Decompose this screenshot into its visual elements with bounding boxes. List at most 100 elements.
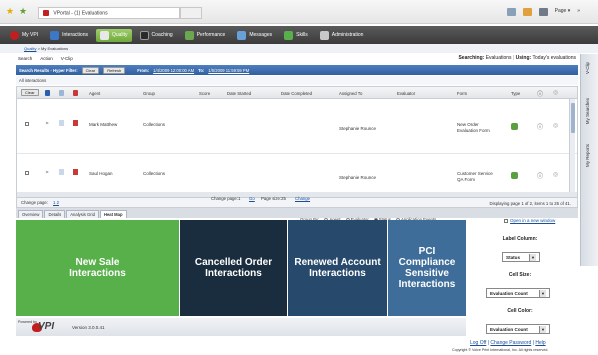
flag-icon[interactable]: ⚑ bbox=[45, 121, 49, 127]
document-icon[interactable] bbox=[59, 120, 64, 126]
chevron-down-icon: ▼ bbox=[539, 325, 546, 333]
heatmap-cell-cancelled-order[interactable]: Cancelled Order Interactions bbox=[180, 220, 288, 316]
col-date-started[interactable]: Date Started bbox=[227, 91, 251, 96]
heatmap-cell-label: New Sale Interactions bbox=[69, 257, 126, 279]
document-icon[interactable] bbox=[59, 90, 64, 96]
vpi-logo: VPI bbox=[38, 321, 55, 332]
menu-search[interactable]: Search bbox=[18, 56, 32, 61]
refresh-button[interactable]: Refresh bbox=[103, 66, 126, 74]
nav-label: Performance bbox=[196, 32, 226, 38]
heatmap-cell-label: Renewed Account Interactions bbox=[294, 257, 381, 279]
help-link[interactable]: Help bbox=[535, 340, 545, 346]
row-checkbox[interactable] bbox=[25, 170, 31, 175]
settings-icon[interactable]: ◎ bbox=[553, 89, 558, 96]
book-icon[interactable] bbox=[73, 90, 78, 96]
heatmap-cell-renewed-account[interactable]: Renewed Account Interactions bbox=[288, 220, 388, 316]
logoff-link[interactable]: Log Off bbox=[470, 340, 486, 346]
scrollbar-thumb[interactable] bbox=[571, 103, 575, 133]
nav-skills[interactable]: Skills bbox=[280, 29, 312, 42]
add-favorites-icon[interactable]: ★ bbox=[19, 6, 27, 17]
agent-cell: Saul Hogan bbox=[89, 171, 113, 176]
col-assigned-to[interactable]: Assigned To bbox=[339, 91, 362, 96]
col-group[interactable]: Group bbox=[143, 91, 155, 96]
to-date-link[interactable]: 1/5/2009 11:59:59 PM bbox=[208, 68, 249, 73]
browser-tab[interactable]: VPortal - (1) Evaluations bbox=[38, 7, 180, 19]
nav-messages[interactable]: Messages bbox=[233, 29, 276, 42]
tab-overview[interactable]: Overview bbox=[18, 210, 44, 218]
vtab-my-searches[interactable]: My Searches bbox=[585, 98, 590, 124]
flag-icon[interactable] bbox=[45, 90, 50, 96]
cell-size-value: Evaluation Count bbox=[490, 290, 528, 296]
cell-color-select[interactable]: Evaluation Count ▼ bbox=[486, 324, 550, 334]
label-column-select[interactable]: Status ▼ bbox=[502, 252, 540, 262]
breadcrumb-quality-link[interactable]: Quality bbox=[24, 46, 36, 51]
book-icon[interactable] bbox=[73, 120, 78, 126]
searching-label: Searching: bbox=[458, 55, 485, 61]
favorites-star-icon[interactable]: ★ bbox=[6, 6, 14, 17]
print-icon[interactable] bbox=[538, 8, 548, 16]
new-tab-button[interactable] bbox=[180, 7, 202, 19]
settings-icon[interactable]: ◎ bbox=[553, 122, 558, 129]
col-evaluator[interactable]: Evaluator bbox=[397, 91, 415, 96]
from-date-link[interactable]: 1/4/2009 12:00:00 AM bbox=[153, 68, 194, 73]
table-row[interactable]: ⚑ Mark Matthew Collections Stephanie Rou… bbox=[17, 109, 577, 149]
skills-icon bbox=[284, 30, 294, 40]
to-label: To: bbox=[198, 67, 205, 73]
nav-label: Skills bbox=[296, 32, 308, 38]
vtab-vclip[interactable]: V-Clip bbox=[585, 62, 590, 74]
table-clear-button[interactable]: Clear bbox=[21, 89, 39, 96]
home-icon[interactable] bbox=[506, 8, 516, 16]
nav-administration[interactable]: Administration bbox=[316, 29, 368, 42]
change-link[interactable]: Change bbox=[295, 196, 310, 201]
menu-vclip[interactable]: V-Clip bbox=[61, 56, 73, 61]
page-links[interactable]: 1 2 bbox=[53, 200, 59, 205]
row-checkbox[interactable] bbox=[25, 121, 31, 126]
feeds-icon[interactable] bbox=[522, 8, 532, 16]
tab-analysis-grid[interactable]: Analysis Grid bbox=[66, 210, 99, 218]
heatmap-cell-new-sale[interactable]: New Sale Interactions bbox=[16, 220, 180, 316]
from-label: From: bbox=[137, 67, 150, 73]
info-icon[interactable]: ⓘ bbox=[537, 171, 543, 180]
coaching-icon bbox=[139, 30, 149, 40]
clear-filter-button[interactable]: Clear bbox=[81, 66, 100, 74]
cell-size-select[interactable]: Evaluation Count ▼ bbox=[486, 288, 550, 298]
footer: Powered by VPI Version 3.0.0.41 bbox=[16, 318, 466, 336]
vtab-my-reports[interactable]: My Reports bbox=[585, 144, 590, 167]
quality-icon bbox=[99, 30, 109, 40]
label-column-value: Status bbox=[506, 254, 521, 260]
nav-label: Quality bbox=[111, 32, 128, 38]
info-icon[interactable]: ⓘ bbox=[537, 122, 543, 131]
breadcrumb-rest: > My Evaluations bbox=[36, 46, 69, 51]
more-tools-icon[interactable]: » bbox=[577, 8, 580, 16]
nav-interactions[interactable]: Interactions bbox=[46, 29, 92, 42]
page-menu[interactable]: Page ▾ bbox=[555, 8, 571, 16]
info-icon[interactable]: ⓘ bbox=[537, 89, 543, 98]
flag-icon[interactable]: ⚑ bbox=[45, 170, 49, 176]
col-form[interactable]: Form bbox=[457, 91, 467, 96]
heatmap-cell-label: PCI Compliance Sensitive Interactions bbox=[398, 246, 456, 290]
nav-quality[interactable]: Quality bbox=[95, 28, 132, 42]
col-score[interactable]: Score bbox=[199, 91, 210, 96]
nav-label: My VPI bbox=[22, 32, 39, 38]
heatmap-cell-pci-compliance[interactable]: PCI Compliance Sensitive Interactions bbox=[388, 220, 466, 316]
change-password-link[interactable]: Change Password bbox=[490, 340, 531, 346]
table-vertical-scrollbar[interactable] bbox=[569, 99, 575, 193]
administration-icon bbox=[319, 30, 329, 40]
tab-heat-map[interactable]: Heat Map bbox=[99, 210, 127, 218]
interactions-icon bbox=[50, 30, 60, 40]
book-icon[interactable] bbox=[73, 169, 78, 175]
col-date-completed[interactable]: Date Completed bbox=[281, 91, 312, 96]
col-agent[interactable]: Agent bbox=[89, 91, 100, 96]
cell-size-label: Cell Size: bbox=[508, 272, 532, 278]
col-type[interactable]: Type bbox=[511, 91, 520, 96]
menu-action[interactable]: Action bbox=[40, 56, 53, 61]
table-row[interactable]: ⚑ Saul Hogan Collections Stephanie Rounc… bbox=[17, 153, 577, 193]
nav-performance[interactable]: Performance bbox=[181, 29, 230, 42]
results-title: Search Results - Hyper Filter: bbox=[19, 67, 78, 73]
document-icon[interactable] bbox=[59, 169, 64, 175]
settings-icon[interactable]: ◎ bbox=[553, 171, 558, 178]
nav-coaching[interactable]: Coaching bbox=[136, 29, 177, 42]
go-link[interactable]: Go bbox=[249, 196, 255, 201]
nav-my-vpi[interactable]: My VPI bbox=[6, 29, 42, 42]
tab-details[interactable]: Details bbox=[44, 210, 66, 218]
